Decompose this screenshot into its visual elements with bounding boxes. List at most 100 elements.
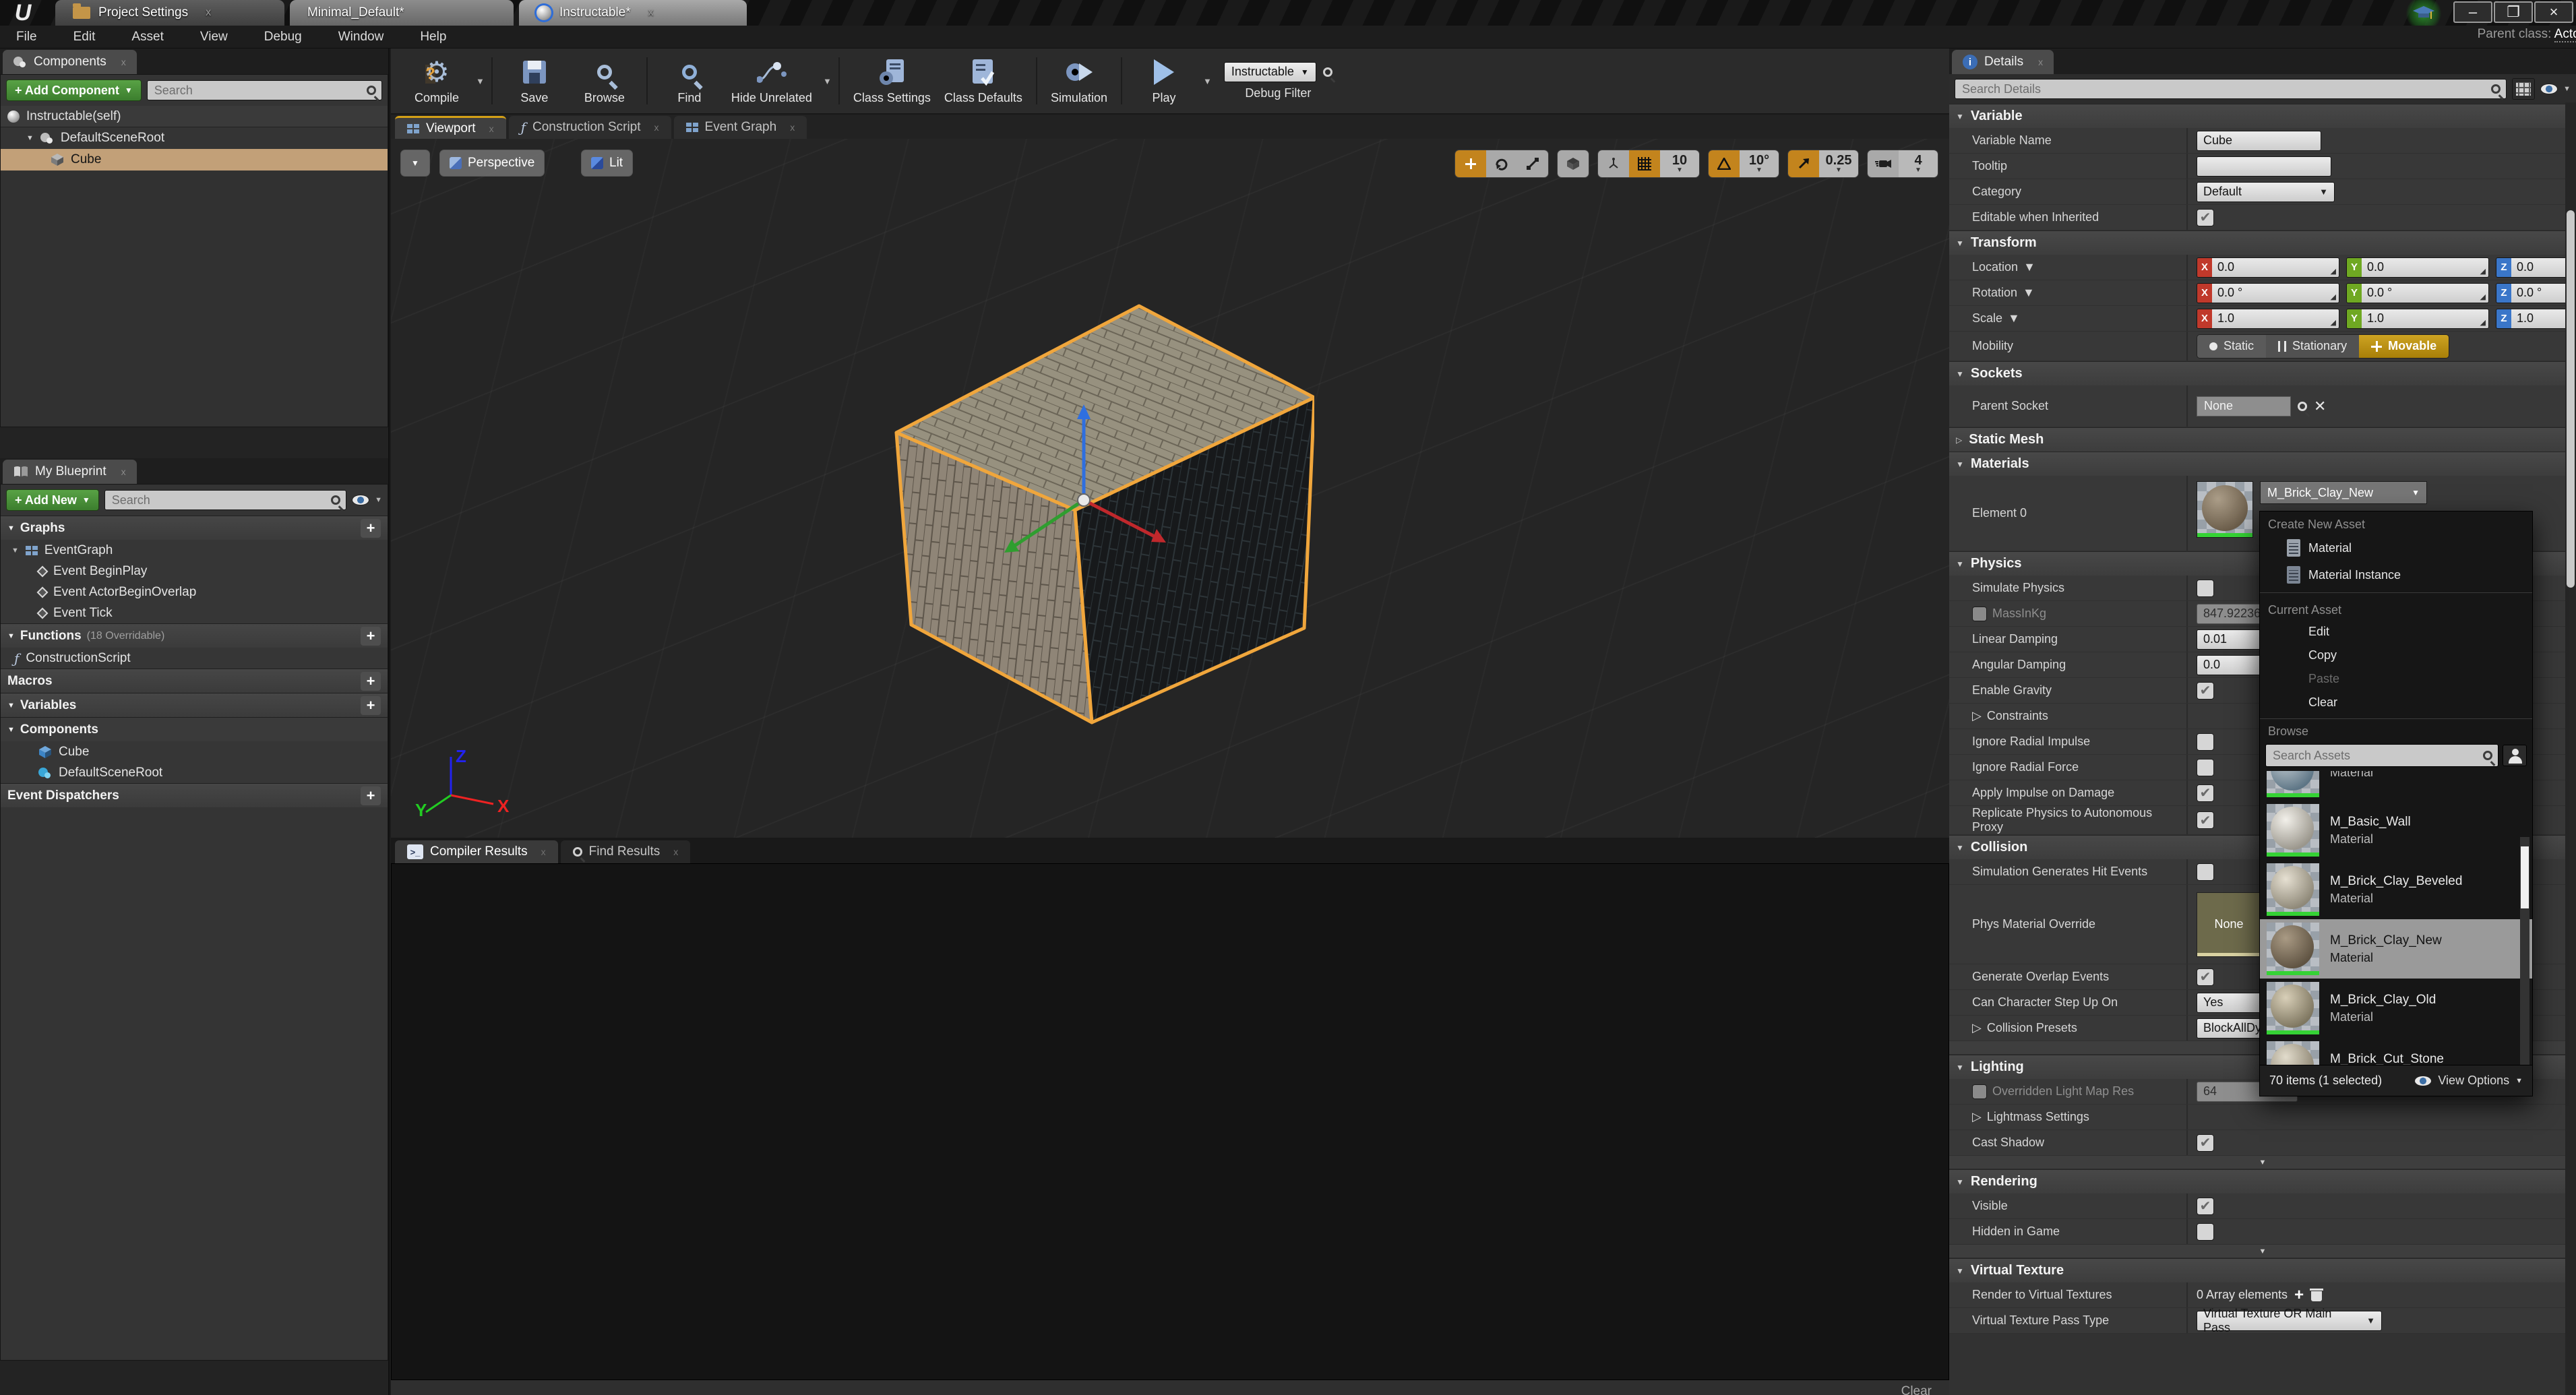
asset-filter-person-icon[interactable] bbox=[2503, 745, 2527, 766]
variable-name-input[interactable] bbox=[2197, 130, 2321, 151]
tab-event-graph[interactable]: Event Graph x bbox=[673, 116, 807, 139]
tab-construction-script[interactable]: ƒ Construction Script x bbox=[508, 116, 671, 139]
rotation-y-field[interactable]: Y 0.0 ° bbox=[2346, 282, 2489, 303]
blueprint-search-input[interactable] bbox=[110, 492, 328, 508]
scale-snap-button[interactable] bbox=[1788, 150, 1819, 177]
category-select[interactable]: Default ▼ bbox=[2197, 181, 2335, 202]
section-variable[interactable]: ▼ Variable bbox=[1949, 104, 2576, 128]
event-dispatchers-header[interactable]: Event Dispatchers + bbox=[1, 783, 388, 807]
viewport-3d[interactable]: ▼ Perspective Lit 10 ▼ 10° ▼ 0.25 ▼ 4 ▼ … bbox=[391, 139, 1949, 838]
rotation-snap-button[interactable] bbox=[1709, 150, 1740, 177]
tab-compiler-results[interactable]: >_ Compiler Results x bbox=[395, 840, 558, 863]
section-transform[interactable]: ▼ Transform bbox=[1949, 230, 2576, 255]
find-button[interactable]: Find bbox=[654, 57, 725, 105]
property-matrix-icon[interactable] bbox=[2512, 78, 2536, 100]
hide-unrelated-chevron[interactable]: ▼ bbox=[823, 76, 832, 86]
tab-components[interactable]: Components x bbox=[3, 50, 137, 74]
coordinate-space-button[interactable] bbox=[1558, 150, 1589, 177]
variable-sceneroot-row[interactable]: DefaultSceneRoot bbox=[1, 762, 388, 783]
rotation-z-field[interactable]: Z 0.0 ° bbox=[2496, 282, 2576, 303]
doc-tab-minimal-default[interactable]: Minimal_Default* bbox=[290, 0, 514, 26]
ignore-radial-impulse-checkbox[interactable] bbox=[2197, 733, 2214, 751]
menu-item-copy[interactable]: Copy bbox=[2260, 644, 2532, 667]
components-self-row[interactable]: Instructable(self) bbox=[1, 106, 388, 127]
material-thumbnail[interactable] bbox=[2197, 481, 2253, 538]
asset-row-brick-clay-old[interactable]: M_Brick_Clay_Old Material bbox=[2260, 979, 2532, 1038]
variables-components-subheader[interactable]: ▼ Components bbox=[1, 717, 388, 741]
hidden-in-game-checkbox[interactable] bbox=[2197, 1222, 2214, 1241]
doc-tab-project-settings[interactable]: Project Settings x bbox=[55, 0, 284, 26]
add-function-button[interactable]: + bbox=[361, 626, 381, 646]
variables-header[interactable]: ▼ Variables + bbox=[1, 693, 388, 717]
lighting-advanced-expander[interactable]: ▼ bbox=[1949, 1156, 2576, 1169]
close-icon[interactable]: x bbox=[121, 466, 126, 477]
location-label[interactable]: Location ▼ bbox=[1949, 255, 2188, 280]
debug-target-select[interactable]: Instructable ▼ bbox=[1223, 61, 1316, 82]
parent-socket-value[interactable]: None bbox=[2197, 396, 2291, 416]
simulation-button[interactable]: Simulation bbox=[1044, 57, 1114, 105]
class-settings-button[interactable]: Class Settings bbox=[847, 57, 938, 105]
expander-icon[interactable]: ▼ bbox=[11, 547, 19, 555]
details-scrollbar-thumb[interactable] bbox=[2567, 210, 2575, 588]
close-icon[interactable]: x bbox=[673, 846, 678, 857]
section-virtual-texture[interactable]: ▼ Virtual Texture bbox=[1949, 1258, 2576, 1282]
collision-presets-label[interactable]: ▷ Collision Presets bbox=[1949, 1016, 2188, 1041]
details-search-input[interactable] bbox=[1961, 81, 2488, 97]
menu-help[interactable]: Help bbox=[420, 30, 446, 44]
ignore-radial-force-checkbox[interactable] bbox=[2197, 758, 2214, 776]
hit-events-checkbox[interactable] bbox=[2197, 863, 2214, 881]
add-dispatcher-button[interactable]: + bbox=[361, 786, 381, 805]
menu-item-edit[interactable]: Edit bbox=[2260, 620, 2532, 644]
add-variable-button[interactable]: + bbox=[361, 695, 381, 715]
class-defaults-button[interactable]: Class Defaults bbox=[938, 57, 1029, 105]
hide-unrelated-button[interactable]: Hide Unrelated bbox=[725, 57, 819, 105]
play-options-chevron[interactable]: ▼ bbox=[1203, 76, 1212, 86]
close-button[interactable]: × bbox=[2534, 1, 2573, 23]
clear-socket-icon[interactable]: ✕ bbox=[2314, 398, 2326, 415]
tab-my-blueprint[interactable]: My Blueprint x bbox=[3, 460, 137, 484]
lit-mode-button[interactable]: Lit bbox=[581, 150, 634, 177]
editable-when-inherited-checkbox[interactable] bbox=[2197, 208, 2214, 226]
section-sockets[interactable]: ▼ Sockets bbox=[1949, 361, 2576, 385]
menu-file[interactable]: File bbox=[16, 30, 37, 44]
asset-list-scrollbar[interactable] bbox=[2520, 837, 2529, 1065]
chevron-down-icon[interactable]: ▼ bbox=[2563, 85, 2571, 93]
rotation-snap-value[interactable]: 10° ▼ bbox=[1740, 150, 1779, 177]
apply-impulse-checkbox[interactable] bbox=[2197, 784, 2214, 802]
visibility-filter-eye-icon[interactable] bbox=[352, 495, 370, 505]
rotation-label[interactable]: Rotation ▼ bbox=[1949, 280, 2188, 305]
details-scrollbar[interactable] bbox=[2565, 102, 2576, 1395]
scale-x-field[interactable]: X 1.0 bbox=[2197, 308, 2339, 329]
asset-row-partial-top[interactable]: Material bbox=[2260, 771, 2532, 801]
rotation-x-field[interactable]: X 0.0 ° bbox=[2197, 282, 2339, 303]
close-icon[interactable]: x bbox=[121, 57, 126, 67]
menu-window[interactable]: Window bbox=[338, 30, 384, 44]
socket-search-icon[interactable] bbox=[2298, 401, 2307, 411]
asset-row-brick-clay-beveled[interactable]: M_Brick_Clay_Beveled Material bbox=[2260, 860, 2532, 919]
translate-tool-button[interactable] bbox=[1455, 150, 1486, 177]
tab-find-results[interactable]: Find Results x bbox=[560, 840, 691, 863]
section-static-mesh[interactable]: ▷ Static Mesh bbox=[1949, 427, 2576, 452]
cube-mesh-selected[interactable] bbox=[869, 278, 1314, 726]
section-materials[interactable]: ▼ Materials bbox=[1949, 452, 2576, 476]
compile-options-chevron[interactable]: ▼ bbox=[476, 76, 485, 86]
variable-cube-row[interactable]: Cube bbox=[1, 741, 388, 762]
constraints-label[interactable]: ▷ Constraints bbox=[1949, 704, 2188, 728]
functions-header[interactable]: ▼ Functions (18 Overridable) + bbox=[1, 623, 388, 648]
asset-search-input[interactable] bbox=[2271, 747, 2479, 764]
scale-tool-button[interactable] bbox=[1517, 150, 1548, 177]
close-icon[interactable]: x bbox=[541, 846, 546, 857]
camera-speed-value[interactable]: 4 ▼ bbox=[1899, 150, 1938, 177]
cast-shadow-checkbox[interactable] bbox=[2197, 1134, 2214, 1152]
location-y-field[interactable]: Y 0.0 bbox=[2346, 257, 2489, 278]
menu-asset[interactable]: Asset bbox=[131, 30, 164, 44]
asset-search[interactable] bbox=[2265, 744, 2498, 767]
chevron-down-icon[interactable]: ▼ bbox=[375, 496, 382, 504]
asset-row-brick-clay-new-selected[interactable]: M_Brick_Clay_New Material bbox=[2260, 919, 2532, 979]
display-filter-eye-icon[interactable] bbox=[2540, 84, 2558, 94]
mobility-stationary-button[interactable]: Stationary bbox=[2266, 334, 2360, 358]
replicate-physics-checkbox[interactable] bbox=[2197, 811, 2214, 829]
menu-edit[interactable]: Edit bbox=[73, 30, 96, 44]
scale-y-field[interactable]: Y 1.0 bbox=[2346, 308, 2489, 329]
event-tick-row[interactable]: Event Tick bbox=[1, 602, 388, 623]
